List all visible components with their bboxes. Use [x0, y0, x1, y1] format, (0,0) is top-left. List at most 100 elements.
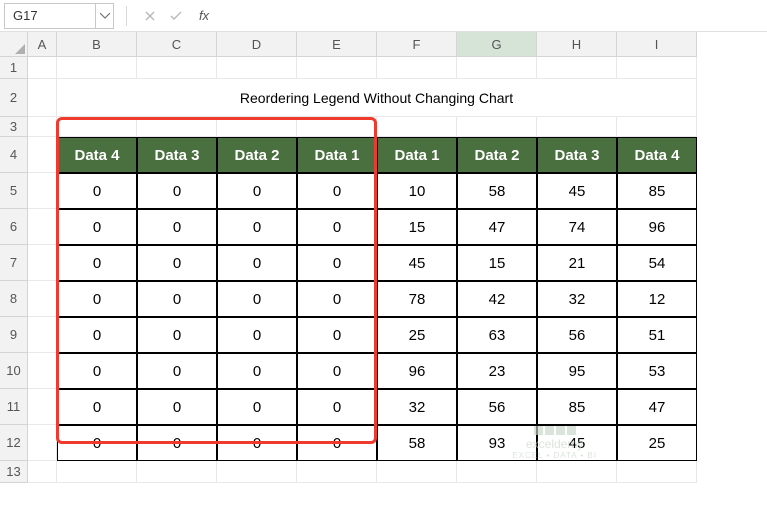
table-cell[interactable]: 0 [57, 317, 137, 353]
table-header[interactable]: Data 1 [297, 137, 377, 173]
table-cell[interactable]: 21 [537, 245, 617, 281]
table-header[interactable]: Data 3 [137, 137, 217, 173]
cell[interactable] [57, 461, 137, 483]
col-A[interactable]: A [28, 32, 57, 57]
cell[interactable] [28, 317, 57, 353]
table-header[interactable]: Data 3 [537, 137, 617, 173]
table-cell[interactable]: 47 [457, 209, 537, 245]
cell[interactable] [28, 461, 57, 483]
table-cell[interactable]: 0 [57, 209, 137, 245]
cell[interactable] [297, 461, 377, 483]
table-cell[interactable]: 78 [377, 281, 457, 317]
cell[interactable] [28, 173, 57, 209]
table-cell[interactable]: 12 [617, 281, 697, 317]
cell[interactable] [28, 245, 57, 281]
table-cell[interactable]: 0 [57, 389, 137, 425]
name-box-dropdown[interactable] [95, 4, 113, 28]
table-cell[interactable]: 45 [537, 173, 617, 209]
col-C[interactable]: C [137, 32, 217, 57]
cell[interactable] [217, 117, 297, 137]
row-4[interactable]: 4 [0, 137, 28, 173]
spreadsheet-grid[interactable]: A B C D E F G H I 1 2 Reordering Legend … [0, 32, 767, 483]
cell[interactable] [537, 117, 617, 137]
table-cell[interactable]: 25 [617, 425, 697, 461]
table-cell[interactable]: 0 [57, 353, 137, 389]
table-cell[interactable]: 85 [617, 173, 697, 209]
col-I[interactable]: I [617, 32, 697, 57]
table-cell[interactable]: 0 [297, 173, 377, 209]
table-cell[interactable]: 0 [137, 209, 217, 245]
cell[interactable] [57, 117, 137, 137]
table-cell[interactable]: 0 [57, 425, 137, 461]
table-cell[interactable]: 0 [297, 209, 377, 245]
col-D[interactable]: D [217, 32, 297, 57]
table-cell[interactable]: 32 [537, 281, 617, 317]
table-header[interactable]: Data 4 [57, 137, 137, 173]
cell[interactable] [28, 353, 57, 389]
table-header[interactable]: Data 1 [377, 137, 457, 173]
cell[interactable] [457, 461, 537, 483]
row-13[interactable]: 13 [0, 461, 28, 483]
table-cell[interactable]: 54 [617, 245, 697, 281]
table-cell[interactable]: 0 [137, 389, 217, 425]
table-cell[interactable]: 0 [137, 317, 217, 353]
title-banner[interactable]: Reordering Legend Without Changing Chart [57, 79, 697, 117]
table-cell[interactable]: 53 [617, 353, 697, 389]
table-cell[interactable]: 0 [137, 173, 217, 209]
cell[interactable] [377, 117, 457, 137]
table-cell[interactable]: 85 [537, 389, 617, 425]
cell[interactable] [28, 137, 57, 173]
cell[interactable] [617, 57, 697, 79]
table-cell[interactable]: 0 [297, 389, 377, 425]
table-cell[interactable]: 0 [217, 353, 297, 389]
table-cell[interactable]: 10 [377, 173, 457, 209]
table-cell[interactable]: 0 [137, 353, 217, 389]
row-8[interactable]: 8 [0, 281, 28, 317]
table-cell[interactable]: 56 [457, 389, 537, 425]
cell[interactable] [28, 389, 57, 425]
cell[interactable] [137, 461, 217, 483]
row-1[interactable]: 1 [0, 57, 28, 79]
table-cell[interactable]: 15 [377, 209, 457, 245]
table-cell[interactable]: 56 [537, 317, 617, 353]
row-5[interactable]: 5 [0, 173, 28, 209]
table-cell[interactable]: 0 [57, 281, 137, 317]
table-header[interactable]: Data 4 [617, 137, 697, 173]
cell[interactable] [28, 425, 57, 461]
table-cell[interactable]: 0 [217, 173, 297, 209]
cell[interactable] [28, 57, 57, 79]
enter-button[interactable] [165, 5, 187, 27]
row-6[interactable]: 6 [0, 209, 28, 245]
row-2[interactable]: 2 [0, 79, 28, 117]
name-box[interactable]: G17 [4, 3, 114, 29]
table-cell[interactable]: 95 [537, 353, 617, 389]
table-cell[interactable]: 51 [617, 317, 697, 353]
table-cell[interactable]: 0 [57, 173, 137, 209]
cell[interactable] [537, 461, 617, 483]
row-3[interactable]: 3 [0, 117, 28, 137]
col-G[interactable]: G [457, 32, 537, 57]
cell[interactable] [28, 117, 57, 137]
cell[interactable] [617, 117, 697, 137]
table-cell[interactable]: 96 [377, 353, 457, 389]
cell[interactable] [457, 117, 537, 137]
table-cell[interactable]: 0 [57, 245, 137, 281]
row-11[interactable]: 11 [0, 389, 28, 425]
table-cell[interactable]: 58 [377, 425, 457, 461]
table-cell[interactable]: 23 [457, 353, 537, 389]
cancel-button[interactable] [139, 5, 161, 27]
cell[interactable] [377, 461, 457, 483]
cell[interactable] [28, 281, 57, 317]
table-cell[interactable]: 0 [297, 425, 377, 461]
table-cell[interactable]: 0 [297, 245, 377, 281]
table-cell[interactable]: 0 [137, 425, 217, 461]
cell[interactable] [537, 57, 617, 79]
table-cell[interactable]: 0 [217, 389, 297, 425]
cell[interactable] [297, 57, 377, 79]
cell[interactable] [217, 57, 297, 79]
table-cell[interactable]: 47 [617, 389, 697, 425]
row-10[interactable]: 10 [0, 353, 28, 389]
table-cell[interactable]: 0 [217, 245, 297, 281]
cell[interactable] [217, 461, 297, 483]
formula-input[interactable] [217, 3, 763, 29]
